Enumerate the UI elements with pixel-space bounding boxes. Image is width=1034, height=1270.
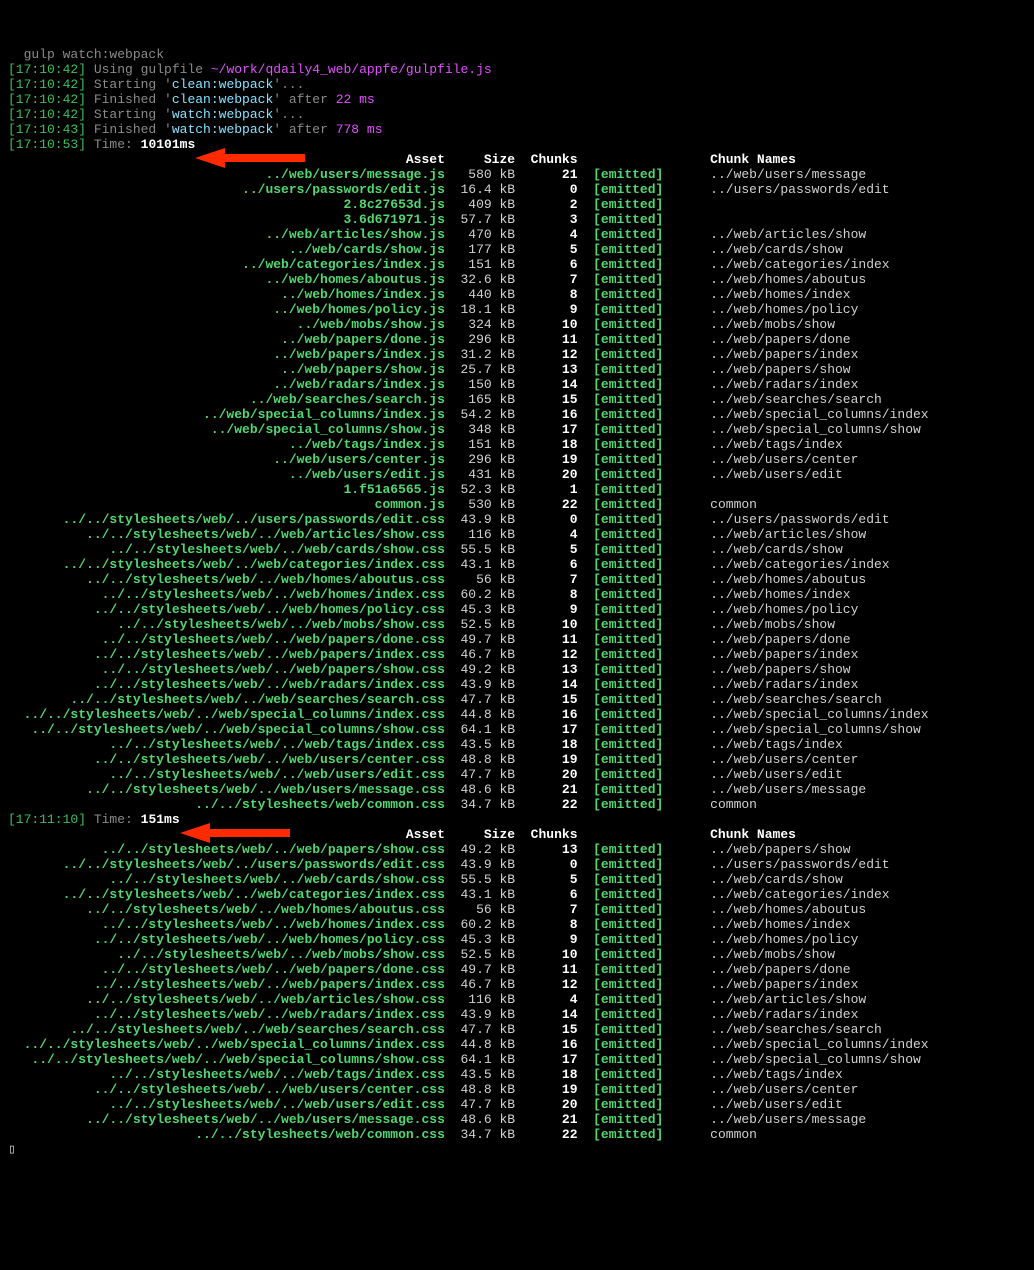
table-row: ../../stylesheets/web/../web/users/edit.…	[8, 1097, 1026, 1112]
table-row: ../../stylesheets/web/../web/special_col…	[8, 722, 1026, 737]
time-line: [17:11:10] Time: 151ms	[8, 812, 1026, 827]
table-row: ../../stylesheets/web/common.css 34.7 kB…	[8, 1127, 1026, 1142]
table-row: common.js 530 kB 22 [emitted] common	[8, 497, 1026, 512]
table-row: ../../stylesheets/web/common.css 34.7 kB…	[8, 797, 1026, 812]
table-row: ../../stylesheets/web/../web/articles/sh…	[8, 527, 1026, 542]
table-row: ../../stylesheets/web/../web/homes/index…	[8, 917, 1026, 932]
table-row: ../web/homes/index.js 440 kB 8 [emitted]…	[8, 287, 1026, 302]
log-line: [17:10:43] Finished 'watch:webpack' afte…	[8, 122, 1026, 137]
prompt-line: gulp watch:webpack	[8, 47, 1026, 62]
table-row: ../../stylesheets/web/../web/users/cente…	[8, 1082, 1026, 1097]
table-row: ../../stylesheets/web/../web/papers/inde…	[8, 647, 1026, 662]
table-row: ../../stylesheets/web/../web/homes/about…	[8, 902, 1026, 917]
table-row: ../../stylesheets/web/../web/radars/inde…	[8, 1007, 1026, 1022]
table-row: ../web/cards/show.js 177 kB 5 [emitted] …	[8, 242, 1026, 257]
table-row: ../web/special_columns/index.js 54.2 kB …	[8, 407, 1026, 422]
table-row: ../../stylesheets/web/../web/users/messa…	[8, 782, 1026, 797]
table-row: ../../stylesheets/web/../web/special_col…	[8, 1052, 1026, 1067]
table-row: ../web/papers/done.js 296 kB 11 [emitted…	[8, 332, 1026, 347]
table-row: ../../stylesheets/web/../web/homes/polic…	[8, 932, 1026, 947]
table-row: ../../stylesheets/web/../web/searches/se…	[8, 692, 1026, 707]
table-row: ../web/special_columns/show.js 348 kB 17…	[8, 422, 1026, 437]
time-line: [17:10:53] Time: 10101ms	[8, 137, 1026, 152]
table-row: ../../stylesheets/web/../web/special_col…	[8, 1037, 1026, 1052]
table-row: ../../stylesheets/web/../web/homes/about…	[8, 572, 1026, 587]
table-row: ../web/categories/index.js 151 kB 6 [emi…	[8, 257, 1026, 272]
table-row: ../../stylesheets/web/../web/mobs/show.c…	[8, 617, 1026, 632]
table-row: ../../stylesheets/web/../web/radars/inde…	[8, 677, 1026, 692]
table-row: ../../stylesheets/web/../web/cards/show.…	[8, 872, 1026, 887]
table-row: ../../stylesheets/web/../web/homes/polic…	[8, 602, 1026, 617]
table-row: ../../stylesheets/web/../web/papers/show…	[8, 662, 1026, 677]
table-row: ../../stylesheets/web/../web/categories/…	[8, 557, 1026, 572]
table-row: ../../stylesheets/web/../web/homes/index…	[8, 587, 1026, 602]
table-row: 2.8c27653d.js 409 kB 2 [emitted]	[8, 197, 1026, 212]
log-line: [17:10:42] Finished 'clean:webpack' afte…	[8, 92, 1026, 107]
table-row: ../web/homes/aboutus.js 32.6 kB 7 [emitt…	[8, 272, 1026, 287]
table-row: ../web/papers/index.js 31.2 kB 12 [emitt…	[8, 347, 1026, 362]
table-row: ../../stylesheets/web/../web/papers/done…	[8, 962, 1026, 977]
table-row: ../web/users/message.js 580 kB 21 [emitt…	[8, 167, 1026, 182]
table-row: ../../stylesheets/web/../web/categories/…	[8, 887, 1026, 902]
table-row: ../../stylesheets/web/../web/tags/index.…	[8, 1067, 1026, 1082]
table-row: ../../stylesheets/web/../web/cards/show.…	[8, 542, 1026, 557]
table-row: 1.f51a6565.js 52.3 kB 1 [emitted]	[8, 482, 1026, 497]
table-row: ../web/mobs/show.js 324 kB 10 [emitted] …	[8, 317, 1026, 332]
table-row: ../../stylesheets/web/../web/searches/se…	[8, 1022, 1026, 1037]
cursor: ▯	[8, 1142, 1026, 1157]
table-row: ../../stylesheets/web/../web/articles/sh…	[8, 992, 1026, 1007]
table-row: ../users/passwords/edit.js 16.4 kB 0 [em…	[8, 182, 1026, 197]
log-line: [17:10:42] Using gulpfile ~/work/qdaily4…	[8, 62, 1026, 77]
log-line: [17:10:42] Starting 'watch:webpack'...	[8, 107, 1026, 122]
table-row: ../../stylesheets/web/../users/passwords…	[8, 512, 1026, 527]
table-row: 3.6d671971.js 57.7 kB 3 [emitted]	[8, 212, 1026, 227]
table-header: Asset Size Chunks Chunk Names	[8, 827, 1026, 842]
table-row: ../web/radars/index.js 150 kB 14 [emitte…	[8, 377, 1026, 392]
table-row: ../../stylesheets/web/../web/users/edit.…	[8, 767, 1026, 782]
table-row: ../../stylesheets/web/../web/users/cente…	[8, 752, 1026, 767]
log-line: [17:10:42] Starting 'clean:webpack'...	[8, 77, 1026, 92]
table-row: ../web/papers/show.js 25.7 kB 13 [emitte…	[8, 362, 1026, 377]
table-row: ../../stylesheets/web/../web/papers/show…	[8, 842, 1026, 857]
table-row: ../web/users/edit.js 431 kB 20 [emitted]…	[8, 467, 1026, 482]
table-row: ../../stylesheets/web/../web/mobs/show.c…	[8, 947, 1026, 962]
table-row: ../web/articles/show.js 470 kB 4 [emitte…	[8, 227, 1026, 242]
table-row: ../web/searches/search.js 165 kB 15 [emi…	[8, 392, 1026, 407]
table-header: Asset Size Chunks Chunk Names	[8, 152, 1026, 167]
table-row: ../../stylesheets/web/../web/papers/done…	[8, 632, 1026, 647]
table-row: ../../stylesheets/web/../users/passwords…	[8, 857, 1026, 872]
table-row: ../../stylesheets/web/../web/special_col…	[8, 707, 1026, 722]
table-row: ../../stylesheets/web/../web/tags/index.…	[8, 737, 1026, 752]
terminal-output: { "prompt_fragment": "gulp watch:webpack…	[0, 0, 1034, 1219]
table-row: ../../stylesheets/web/../web/papers/inde…	[8, 977, 1026, 992]
table-row: ../web/users/center.js 296 kB 19 [emitte…	[8, 452, 1026, 467]
table-row: ../../stylesheets/web/../web/users/messa…	[8, 1112, 1026, 1127]
table-row: ../web/homes/policy.js 18.1 kB 9 [emitte…	[8, 302, 1026, 317]
table-row: ../web/tags/index.js 151 kB 18 [emitted]…	[8, 437, 1026, 452]
